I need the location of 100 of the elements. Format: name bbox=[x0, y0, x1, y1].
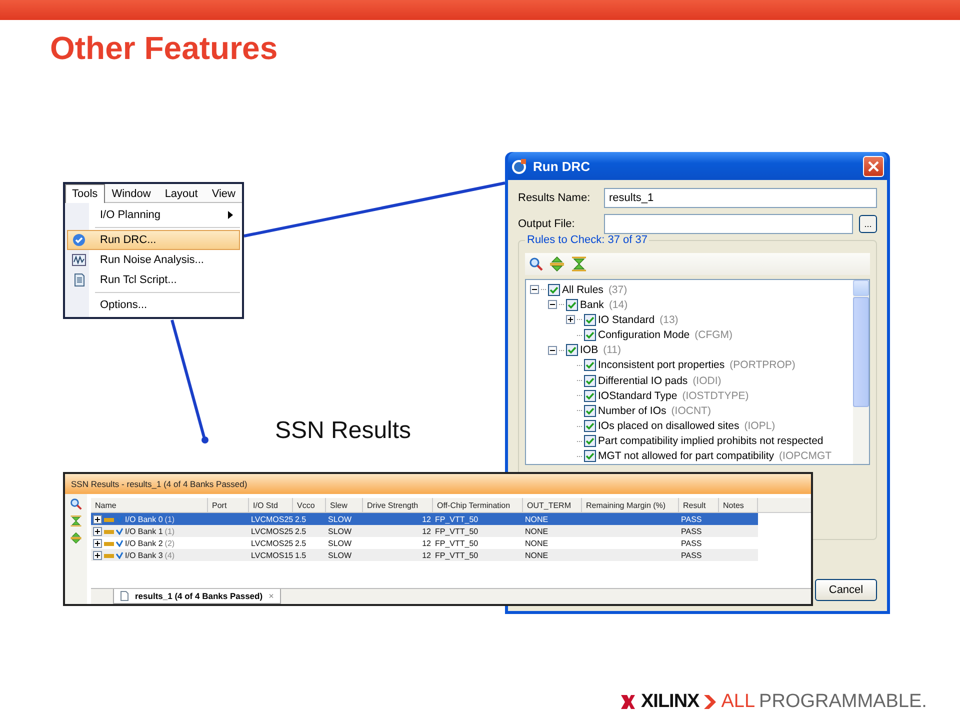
menu-item[interactable]: Run Tcl Script... bbox=[67, 270, 240, 290]
table-cell: 2.5 bbox=[295, 539, 306, 548]
rule-code: (IOCNT) bbox=[671, 404, 711, 417]
column-header[interactable]: Port bbox=[208, 498, 249, 512]
table-cell: 2.5 bbox=[295, 527, 306, 536]
expand-all-icon[interactable] bbox=[70, 532, 82, 544]
expander-icon[interactable] bbox=[548, 300, 557, 310]
menu-bar-item[interactable]: Window bbox=[104, 184, 158, 203]
rule-label: IO Standard bbox=[598, 314, 655, 326]
expander-icon[interactable] bbox=[93, 539, 102, 548]
table-cell: 2.5 bbox=[295, 515, 306, 524]
checkbox[interactable] bbox=[584, 314, 596, 326]
expander-icon[interactable] bbox=[93, 515, 102, 524]
column-header[interactable]: OUT_TERM bbox=[523, 498, 582, 512]
table-cell: LVCMOS25 bbox=[251, 539, 294, 548]
column-header[interactable]: Vcco bbox=[293, 498, 326, 512]
rule-code: (IOPCMGT bbox=[779, 450, 832, 462]
menu-bar-item[interactable]: Layout bbox=[158, 184, 205, 203]
search-icon[interactable] bbox=[529, 257, 543, 271]
table-cell: 12 bbox=[422, 551, 431, 560]
menu-bar-item[interactable]: View bbox=[204, 184, 242, 203]
dialog-title: Run DRC bbox=[533, 158, 592, 174]
rule-label: All Rules bbox=[562, 284, 604, 296]
table-cell: LVCMOS25 bbox=[251, 527, 294, 536]
close-button[interactable] bbox=[863, 156, 884, 176]
checkbox[interactable] bbox=[584, 404, 596, 417]
bank-count: (2) bbox=[164, 539, 175, 548]
browse-button[interactable]: ... bbox=[859, 215, 877, 233]
rule-code: (37) bbox=[608, 284, 628, 296]
table-cell: I/O Bank 1 bbox=[125, 527, 163, 536]
table-cell: I/O Bank 3 bbox=[125, 551, 163, 560]
table-cell: NONE bbox=[525, 539, 548, 548]
chevron-icon bbox=[704, 695, 716, 709]
table-cell: SLOW bbox=[328, 515, 352, 524]
table-cell: NONE bbox=[525, 515, 548, 524]
rule-label: MGT not allowed for part compatibility bbox=[598, 450, 774, 462]
input-field[interactable] bbox=[604, 214, 853, 234]
submenu-arrow-icon bbox=[228, 211, 233, 219]
menu-item[interactable]: Options... bbox=[67, 295, 240, 315]
column-header[interactable]: Off-Chip Termination bbox=[433, 498, 523, 512]
table-row[interactable]: I/O Bank 0 (1) LVCMOS25 2.5 SLOW 12 FP_VTT_50 NONE PASS bbox=[91, 513, 758, 525]
table-cell: NONE bbox=[525, 551, 548, 560]
cancel-button[interactable]: Cancel bbox=[815, 579, 877, 601]
close-icon bbox=[868, 160, 879, 172]
menu-item[interactable]: I/O Planning bbox=[67, 205, 240, 225]
table-cell: FP_VTT_50 bbox=[435, 551, 478, 560]
checkbox[interactable] bbox=[584, 420, 596, 432]
checkbox[interactable] bbox=[584, 435, 596, 448]
checkbox[interactable] bbox=[584, 374, 596, 387]
table-row[interactable]: I/O Bank 3 (4) LVCMOS15 1.5 SLOW 12 FP_VTT_50 NONE PASS bbox=[91, 549, 758, 561]
expander-icon[interactable] bbox=[93, 551, 102, 560]
checkbox[interactable] bbox=[584, 359, 596, 372]
checkbox[interactable] bbox=[566, 344, 578, 356]
input-field[interactable]: results_1 bbox=[604, 188, 877, 208]
table-row[interactable]: I/O Bank 1 (1) LVCMOS25 2.5 SLOW 12 FP_VTT_50 NONE PASS bbox=[91, 525, 758, 537]
window-title: SSN Results - results_1 (4 of 4 Banks Passed) bbox=[65, 474, 811, 494]
menu-bar-item[interactable]: Tools bbox=[65, 184, 105, 203]
column-header[interactable]: Name bbox=[91, 498, 208, 512]
scrollbar[interactable] bbox=[853, 280, 869, 464]
column-header[interactable]: Notes bbox=[719, 498, 758, 512]
table-cell: FP_VTT_50 bbox=[435, 515, 478, 524]
search-icon[interactable] bbox=[70, 498, 82, 510]
table-cell: I/O Bank 2 bbox=[125, 539, 163, 548]
expand-all-icon[interactable] bbox=[549, 256, 565, 272]
rule-code: (PORTPROP) bbox=[730, 359, 796, 372]
collapse-all-icon[interactable] bbox=[70, 515, 82, 527]
menu-item[interactable]: Run Noise Analysis... bbox=[67, 250, 240, 270]
logo-mark-icon bbox=[620, 694, 636, 710]
column-header[interactable]: Result bbox=[679, 498, 719, 512]
expander-icon[interactable] bbox=[530, 285, 539, 294]
expander-icon[interactable] bbox=[548, 346, 557, 355]
checkbox[interactable] bbox=[548, 284, 560, 296]
caption: SSN Results bbox=[275, 417, 412, 445]
expander-icon[interactable] bbox=[93, 527, 102, 536]
table-cell: PASS bbox=[681, 539, 702, 548]
expander-icon[interactable] bbox=[566, 315, 575, 324]
table-cell: PASS bbox=[681, 515, 702, 524]
app-icon bbox=[511, 158, 527, 174]
rule-code: (IOPL) bbox=[744, 420, 776, 432]
close-button[interactable]: × bbox=[268, 591, 274, 601]
column-header[interactable]: Drive Strength bbox=[363, 498, 433, 512]
column-header[interactable]: Remaining Margin (%) bbox=[582, 498, 679, 512]
rule-label: Bank bbox=[580, 298, 604, 311]
column-header[interactable]: Slew bbox=[326, 498, 363, 512]
rule-label: Differential IO pads bbox=[598, 374, 688, 387]
rule-label: Number of IOs bbox=[598, 404, 666, 417]
table-cell: 12 bbox=[422, 515, 431, 524]
menu-item[interactable]: Run DRC... bbox=[67, 230, 240, 250]
table-cell: SLOW bbox=[328, 539, 352, 548]
checkbox[interactable] bbox=[584, 450, 596, 462]
document-icon bbox=[72, 273, 86, 287]
checkbox[interactable] bbox=[566, 298, 578, 311]
checkbox[interactable] bbox=[584, 329, 596, 342]
rule-code: (CFGM) bbox=[694, 329, 733, 342]
column-header[interactable]: I/O Std bbox=[249, 498, 293, 512]
collapse-all-icon[interactable] bbox=[571, 256, 587, 272]
table-cell: 1.5 bbox=[295, 551, 306, 560]
table-cell: LVCMOS15 bbox=[251, 551, 294, 560]
checkbox[interactable] bbox=[584, 390, 596, 402]
results-tab[interactable]: results_1 (4 of 4 Banks Passed) × bbox=[113, 589, 281, 604]
